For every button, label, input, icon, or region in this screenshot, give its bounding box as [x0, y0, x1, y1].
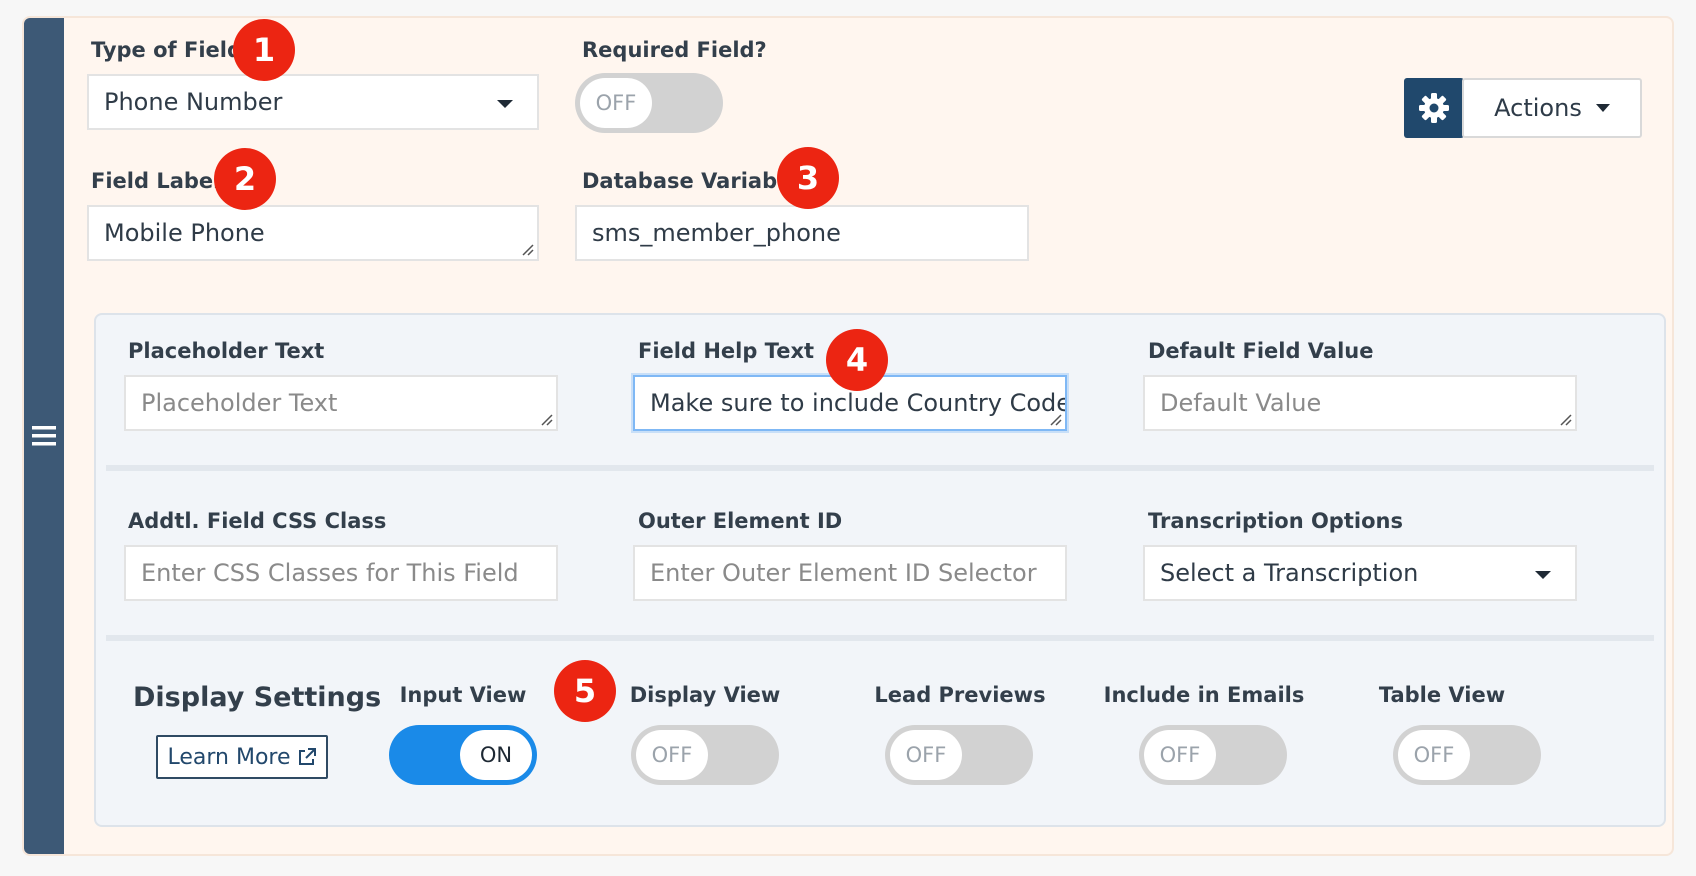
- callout-badge-1: 1: [233, 19, 295, 81]
- settings-button[interactable]: [1404, 78, 1464, 138]
- actions-dropdown-button[interactable]: Actions: [1462, 78, 1642, 138]
- callout-badge-3: 3: [777, 147, 839, 209]
- toggle-col-input-view: Input View: [389, 683, 537, 707]
- hamburger-icon[interactable]: [30, 422, 58, 450]
- field-label-input[interactable]: Mobile Phone: [87, 205, 539, 261]
- css-class-input[interactable]: Enter CSS Classes for This Field: [124, 545, 558, 601]
- placeholder-text-input[interactable]: Placeholder Text: [124, 375, 558, 431]
- outer-element-id-label: Outer Element ID: [638, 509, 843, 533]
- field-editor-card: Type of Field Phone Number 1 Required Fi…: [22, 16, 1674, 856]
- input-view-label: Input View: [399, 683, 527, 707]
- field-label-value: Mobile Phone: [104, 219, 265, 247]
- field-help-text-value: Make sure to include Country Code: [650, 389, 1067, 417]
- learn-more-button[interactable]: Learn More: [156, 735, 328, 779]
- advanced-settings-panel: Placeholder Text Placeholder Text Field …: [94, 313, 1666, 827]
- toggle-col-table-view: Table View: [1342, 683, 1542, 707]
- outer-element-id-input[interactable]: Enter Outer Element ID Selector: [633, 545, 1067, 601]
- section-divider: [106, 465, 1654, 471]
- outer-element-id-placeholder: Enter Outer Element ID Selector: [650, 559, 1037, 587]
- default-value-placeholder: Default Value: [1160, 389, 1322, 417]
- field-label-label: Field Label: [91, 169, 221, 193]
- toggle-state: OFF: [890, 730, 962, 780]
- callout-badge-2: 2: [214, 148, 276, 210]
- css-class-placeholder: Enter CSS Classes for This Field: [141, 559, 519, 587]
- required-field-toggle[interactable]: OFF: [575, 73, 723, 133]
- type-of-field-select[interactable]: Phone Number: [87, 74, 539, 130]
- toggle-state: OFF: [636, 730, 708, 780]
- input-view-toggle[interactable]: ON: [389, 725, 537, 785]
- toggle-state: ON: [460, 730, 532, 780]
- database-variable-input[interactable]: sms_member_phone: [575, 205, 1029, 261]
- resize-grip-icon[interactable]: [1558, 412, 1572, 426]
- gear-icon: [1419, 93, 1449, 123]
- database-variable-value: sms_member_phone: [592, 219, 841, 247]
- section-divider: [106, 635, 1654, 641]
- transcription-value: Select a Transcription: [1160, 559, 1419, 587]
- lead-previews-label: Lead Previews: [874, 683, 1046, 707]
- resize-grip-icon[interactable]: [1048, 412, 1062, 426]
- placeholder-text-label: Placeholder Text: [128, 339, 325, 363]
- required-field-label: Required Field?: [582, 38, 767, 62]
- toggle-col-include-in-emails: Include in Emails: [1079, 683, 1329, 707]
- type-of-field-value: Phone Number: [104, 88, 283, 116]
- css-class-label: Addtl. Field CSS Class: [128, 509, 387, 533]
- resize-grip-icon[interactable]: [520, 242, 534, 256]
- include-in-emails-toggle[interactable]: OFF: [1139, 725, 1287, 785]
- display-view-label: Display View: [629, 683, 781, 707]
- actions-label: Actions: [1494, 94, 1582, 122]
- drag-handle[interactable]: [24, 18, 64, 854]
- transcription-options-label: Transcription Options: [1148, 509, 1403, 533]
- display-settings-title: Display Settings: [133, 682, 382, 713]
- field-help-text-label: Field Help Text: [638, 339, 815, 363]
- chevron-down-icon: [1535, 571, 1551, 579]
- include-in-emails-label: Include in Emails: [1103, 683, 1305, 707]
- toggle-state: OFF: [580, 78, 652, 128]
- callout-badge-4: 4: [826, 329, 888, 391]
- caret-down-icon: [1595, 104, 1610, 112]
- resize-grip-icon[interactable]: [539, 412, 553, 426]
- placeholder-text-placeholder: Placeholder Text: [141, 389, 338, 417]
- default-field-value-input[interactable]: Default Value: [1143, 375, 1577, 431]
- toggle-col-display-view: Display View: [595, 683, 815, 707]
- toggle-col-lead-previews: Lead Previews: [840, 683, 1080, 707]
- table-view-label: Table View: [1378, 683, 1506, 707]
- transcription-select[interactable]: Select a Transcription: [1143, 545, 1577, 601]
- type-of-field-label: Type of Field: [91, 38, 242, 62]
- chevron-down-icon: [497, 100, 513, 108]
- table-view-toggle[interactable]: OFF: [1393, 725, 1541, 785]
- display-view-toggle[interactable]: OFF: [631, 725, 779, 785]
- toggle-state: OFF: [1398, 730, 1470, 780]
- database-variable-label: Database Variable: [582, 169, 799, 193]
- learn-more-label: Learn More: [167, 744, 291, 770]
- external-link-icon: [298, 748, 316, 765]
- toggle-state: OFF: [1144, 730, 1216, 780]
- default-field-value-label: Default Field Value: [1148, 339, 1374, 363]
- lead-previews-toggle[interactable]: OFF: [885, 725, 1033, 785]
